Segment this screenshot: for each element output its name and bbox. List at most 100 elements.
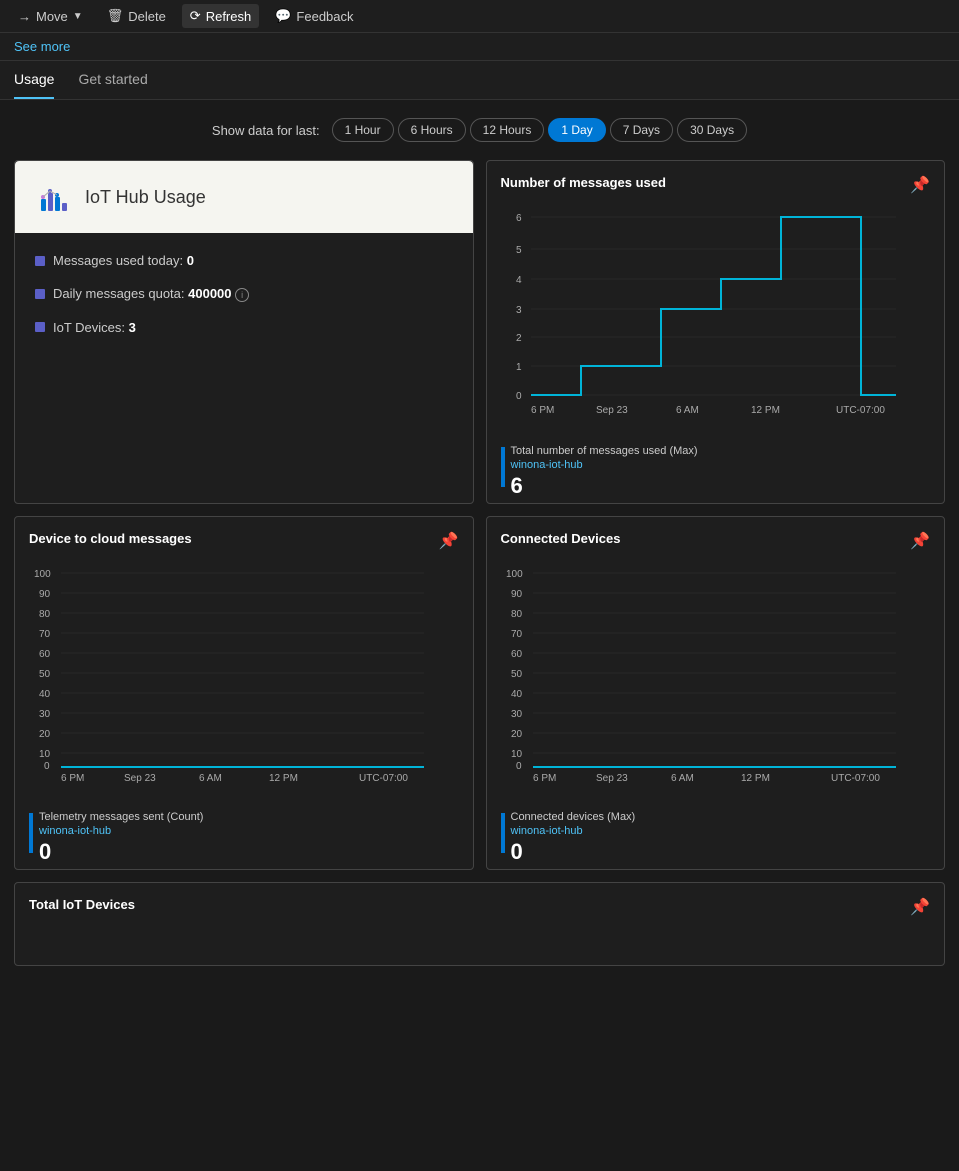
svg-text:6 PM: 6 PM [531,405,554,416]
iot-devices-stat: IoT Devices: 3 [35,320,453,335]
device-cloud-pin-icon[interactable]: 📌 [439,531,459,551]
device-cloud-chart-area: 100 90 80 70 60 50 40 30 20 10 0 [15,559,473,803]
svg-text:6 PM: 6 PM [61,773,84,784]
refresh-button[interactable]: ⟳ Refresh [182,4,259,28]
svg-text:50: 50 [511,669,523,680]
connected-devices-legend-bar [501,813,505,853]
svg-text:30: 30 [511,709,523,720]
svg-text:100: 100 [34,569,51,580]
time-pill-12hours[interactable]: 12 Hours [470,118,545,142]
move-button[interactable]: → Move ▼ [10,5,91,28]
svg-text:4: 4 [516,275,522,286]
daily-quota-bullet [35,289,45,299]
move-chevron-icon: ▼ [73,11,83,22]
svg-text:1: 1 [516,362,522,373]
total-iot-header: Total IoT Devices 📌 [15,883,944,925]
svg-text:80: 80 [511,609,523,620]
connected-devices-legend-text: Connected devices (Max) winona-iot-hub 0 [511,811,636,865]
svg-text:10: 10 [511,749,523,760]
svg-text:50: 50 [39,669,51,680]
svg-text:40: 40 [39,689,51,700]
svg-text:Sep 23: Sep 23 [596,773,628,784]
svg-text:6: 6 [516,213,522,224]
svg-text:5: 5 [516,245,522,256]
svg-text:70: 70 [39,629,51,640]
device-cloud-legend-bar [29,813,33,853]
svg-text:70: 70 [511,629,523,640]
iot-devices-bullet [35,322,45,332]
svg-text:2: 2 [516,333,522,344]
svg-text:UTC-07:00: UTC-07:00 [831,773,880,784]
see-more-bar: See more [0,33,959,61]
move-label: Move [36,9,68,24]
time-pill-30days[interactable]: 30 Days [677,118,747,142]
time-pill-6hours[interactable]: 6 Hours [398,118,466,142]
svg-text:20: 20 [511,729,523,740]
messages-used-text: Messages used today: 0 [53,253,194,268]
feedback-icon: 💬 [275,8,291,24]
svg-text:80: 80 [39,609,51,620]
tab-usage[interactable]: Usage [14,61,54,99]
svg-text:90: 90 [511,589,523,600]
delete-button[interactable]: 🗑 Delete [99,4,174,28]
daily-quota-info-icon[interactable]: i [235,288,249,302]
svg-text:12 PM: 12 PM [269,773,298,784]
move-icon: → [18,9,31,24]
messages-legend: Total number of messages used (Max) wino… [487,437,945,503]
svg-text:12 PM: 12 PM [751,405,780,416]
total-iot-body [15,925,944,965]
connected-devices-card: Connected Devices 📌 100 90 80 70 60 50 4… [486,516,946,870]
messages-legend-bar [501,447,505,487]
total-iot-pin-icon[interactable]: 📌 [910,897,930,917]
messages-chart-svg: 6 5 4 3 2 1 0 6 PM Sep 23 [501,203,901,423]
refresh-icon: ⟳ [190,8,201,24]
total-iot-title: Total IoT Devices [29,897,135,912]
connected-devices-chart-svg: 100 90 80 70 60 50 40 30 20 10 0 [501,559,901,789]
messages-card-header: Number of messages used 📌 [487,161,945,203]
delete-icon: 🗑 [107,8,124,24]
see-more-link[interactable]: See more [14,39,70,54]
feedback-button[interactable]: 💬 Feedback [267,4,361,28]
svg-text:UTC-07:00: UTC-07:00 [836,405,885,416]
svg-text:3: 3 [516,305,522,316]
time-pill-1hour[interactable]: 1 Hour [332,118,394,142]
svg-text:UTC-07:00: UTC-07:00 [359,773,408,784]
messages-used-stat: Messages used today: 0 [35,253,453,268]
svg-text:6 AM: 6 AM [671,773,694,784]
device-cloud-title: Device to cloud messages [29,531,192,546]
svg-text:20: 20 [39,729,51,740]
messages-card-title: Number of messages used [501,175,666,190]
iot-usage-card: IoT Hub Usage Messages used today: 0 Dai… [14,160,474,504]
svg-text:90: 90 [39,589,51,600]
connected-devices-chart-area: 100 90 80 70 60 50 40 30 20 10 0 [487,559,945,803]
svg-text:6 AM: 6 AM [676,405,699,416]
svg-text:12 PM: 12 PM [741,773,770,784]
messages-legend-text: Total number of messages used (Max) wino… [511,445,698,499]
svg-text:40: 40 [511,689,523,700]
svg-text:0: 0 [516,391,522,402]
svg-text:60: 60 [39,649,51,660]
messages-pin-icon[interactable]: 📌 [910,175,930,195]
svg-text:30: 30 [39,709,51,720]
device-cloud-legend: Telemetry messages sent (Count) winona-i… [15,803,473,869]
device-cloud-header: Device to cloud messages 📌 [15,517,473,559]
connected-devices-header: Connected Devices 📌 [487,517,945,559]
connected-devices-pin-icon[interactable]: 📌 [910,531,930,551]
messages-used-card: Number of messages used 📌 6 5 4 3 2 1 0 [486,160,946,504]
time-pill-7days[interactable]: 7 Days [610,118,673,142]
device-cloud-chart-svg: 100 90 80 70 60 50 40 30 20 10 0 [29,559,429,789]
device-cloud-legend-text: Telemetry messages sent (Count) winona-i… [39,811,203,865]
iot-card-title: IoT Hub Usage [85,187,206,208]
tab-get-started[interactable]: Get started [78,61,147,99]
messages-used-bullet [35,256,45,266]
device-cloud-card: Device to cloud messages 📌 100 90 80 70 … [14,516,474,870]
svg-text:0: 0 [516,761,522,772]
iot-devices-text: IoT Devices: 3 [53,320,136,335]
svg-text:100: 100 [506,569,523,580]
iot-card-header: IoT Hub Usage [15,161,473,233]
time-pill-1day[interactable]: 1 Day [548,118,605,142]
daily-quota-text: Daily messages quota: 400000 i [53,286,249,302]
iot-hub-icon [33,177,73,217]
time-filter-label: Show data for last: [212,123,320,138]
feedback-label: Feedback [296,9,353,24]
